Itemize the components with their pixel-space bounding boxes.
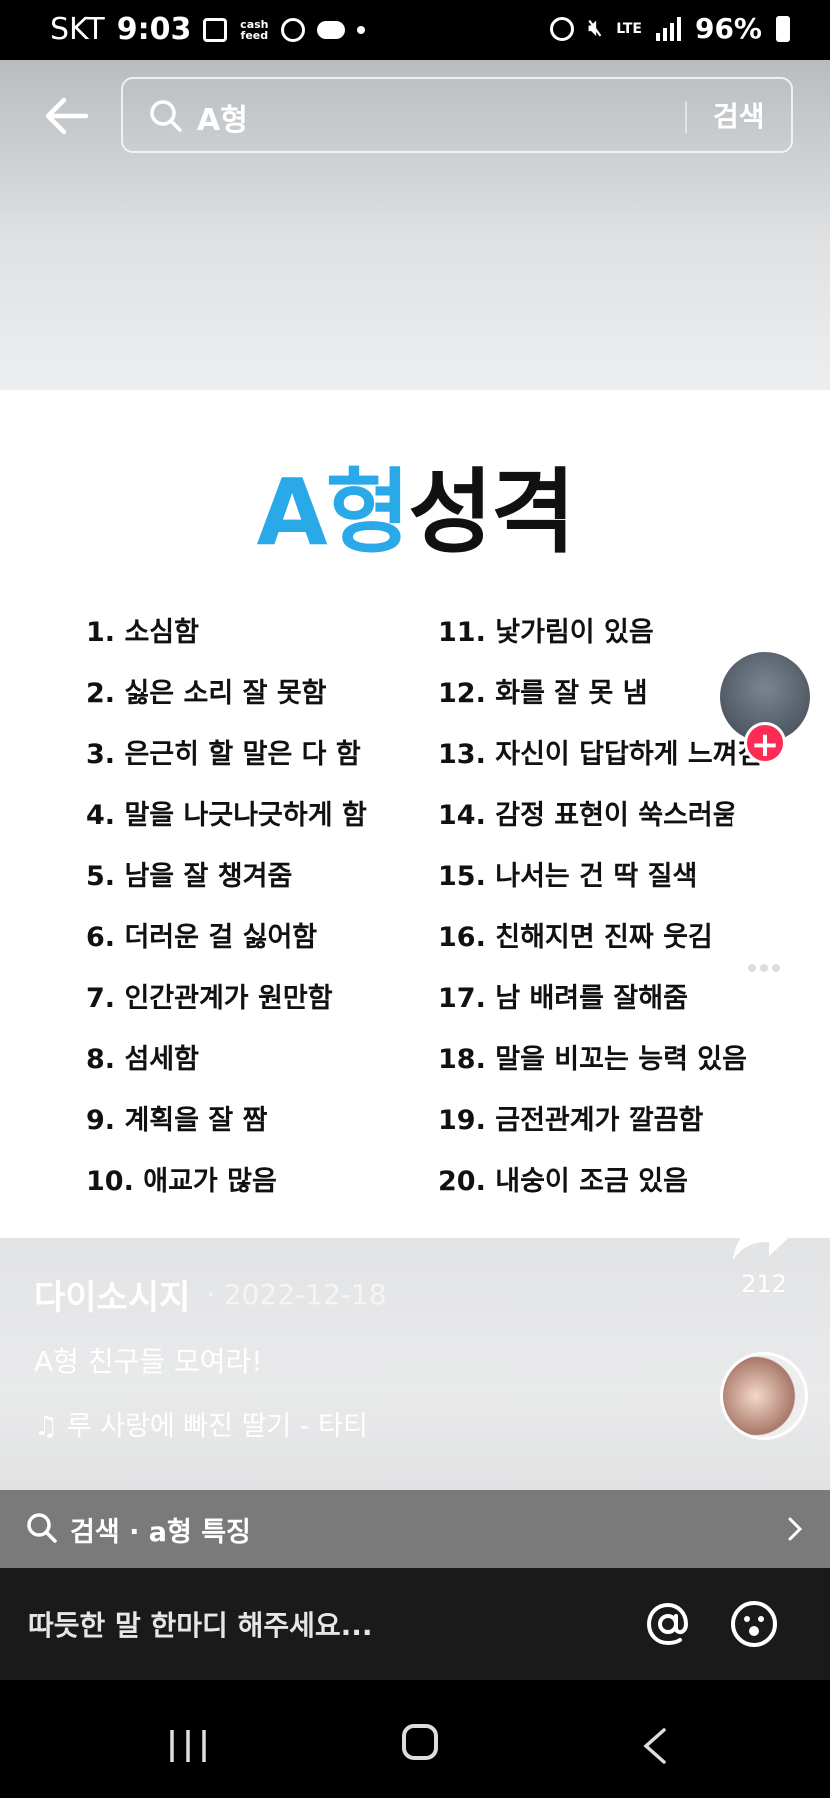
system-nav-bar (0, 1680, 830, 1798)
music-label[interactable]: ♫ 루 사랑에 빠진 딸기 - 타티 (34, 1404, 424, 1443)
gallery-icon (203, 17, 228, 42)
trait-list-left: 1. 소심함 2. 싫은 소리 잘 못함 3. 은근히 할 말은 다 함 4. … (86, 602, 367, 1212)
back-nav-icon[interactable] (640, 1726, 670, 1766)
battery-icon (776, 15, 790, 42)
heart-badge-icon (281, 17, 306, 42)
chevron-right-icon (788, 1517, 803, 1541)
save-button[interactable]: 38 (714, 1076, 814, 1170)
back-arrow-icon (45, 97, 89, 135)
list-item: 4. 말을 나긋나긋하게 함 (86, 800, 367, 831)
search-icon (150, 100, 182, 132)
list-item: 7. 인간관계가 원만함 (86, 983, 333, 1014)
like-count: 272 (741, 872, 787, 900)
like-button[interactable]: 272 (714, 804, 814, 900)
post-headline: A형성격 (0, 438, 830, 571)
list-item: 12. 화를 잘 못 냄 (438, 678, 648, 709)
list-item: 10. 애교가 많음 (86, 1166, 277, 1197)
emoji-icon[interactable] (726, 1596, 782, 1652)
search-button[interactable]: 검색 (713, 95, 765, 135)
author-name[interactable]: 다이소시지 (34, 1270, 190, 1319)
mention-icon[interactable] (640, 1596, 696, 1652)
clock: 9:03 (116, 12, 192, 47)
share-icon (733, 1208, 795, 1260)
list-item: 9. 계획을 잘 짬 (86, 1105, 268, 1136)
list-item: 3. 은근히 할 말은 다 함 (86, 739, 361, 770)
heart-icon (732, 806, 796, 862)
home-icon[interactable] (402, 1724, 438, 1760)
comment-count: 25 (748, 1008, 780, 1036)
music-disc-avatar[interactable] (720, 1352, 808, 1440)
list-item: 13. 자신이 답답하게 느껴짐 (438, 739, 763, 770)
follow-button[interactable]: + (744, 722, 786, 765)
list-item: 5. 남을 잘 챙겨줌 (86, 861, 293, 892)
back-button[interactable] (38, 88, 94, 144)
list-item: 1. 소심함 (86, 617, 199, 648)
status-bar: SKT 9:03 cash feed 🔇︎ LTE 96% (0, 0, 830, 60)
post-image[interactable]: A형성격 1. 소심함 2. 싫은 소리 잘 못함 3. 은근히 할 말은 다 … (0, 390, 830, 1238)
share-button[interactable]: 212 (714, 1204, 814, 1298)
related-search-label: 검색 · a형 특징 (70, 1517, 251, 1548)
network-label: LTE (616, 20, 642, 37)
save-count: 38 (748, 1142, 780, 1170)
comment-icon (734, 944, 794, 998)
search-bar[interactable]: A형 검색 (121, 77, 793, 153)
more-dot-icon (357, 25, 366, 34)
related-search-bar[interactable]: 검색 · a형 특징 (0, 1490, 830, 1568)
share-count: 212 (741, 1270, 787, 1298)
recent-apps-icon[interactable] (168, 1726, 208, 1766)
search-divider (685, 101, 687, 133)
post-caption: A형 친구들 모여라! (34, 1345, 263, 1378)
list-item: 8. 섬세함 (86, 1044, 199, 1075)
search-input[interactable]: A형 (197, 95, 248, 139)
cashfeed-icon: cash feed (240, 17, 269, 42)
comment-bar: 따듯한 말 한마디 해주세요... (0, 1568, 830, 1680)
comment-input[interactable]: 따듯한 말 한마디 해주세요... (28, 1604, 373, 1644)
status-right: 🔇︎ LTE 96% (550, 12, 790, 45)
list-item: 11. 낯가림이 있음 (438, 617, 654, 648)
headline-blood-type: A형 (256, 459, 410, 566)
mute-icon: 🔇︎ (588, 16, 603, 41)
carrier-label: SKT (50, 12, 105, 47)
search-icon (27, 1513, 57, 1543)
status-left: SKT 9:03 cash feed (50, 12, 366, 47)
list-item: 6. 더러운 걸 싫어함 (86, 922, 318, 953)
signal-icon (655, 16, 681, 41)
headline-personality: 성격 (408, 459, 575, 566)
bookmark-icon (743, 1080, 785, 1132)
post-date: · 2022-12-18 (206, 1278, 387, 1311)
cloud-icon (317, 20, 346, 39)
list-item: 2. 싫은 소리 잘 못함 (86, 678, 327, 709)
comment-button[interactable]: 25 (714, 940, 814, 1036)
battery-percent: 96% (694, 12, 762, 45)
alarm-icon (550, 16, 575, 41)
